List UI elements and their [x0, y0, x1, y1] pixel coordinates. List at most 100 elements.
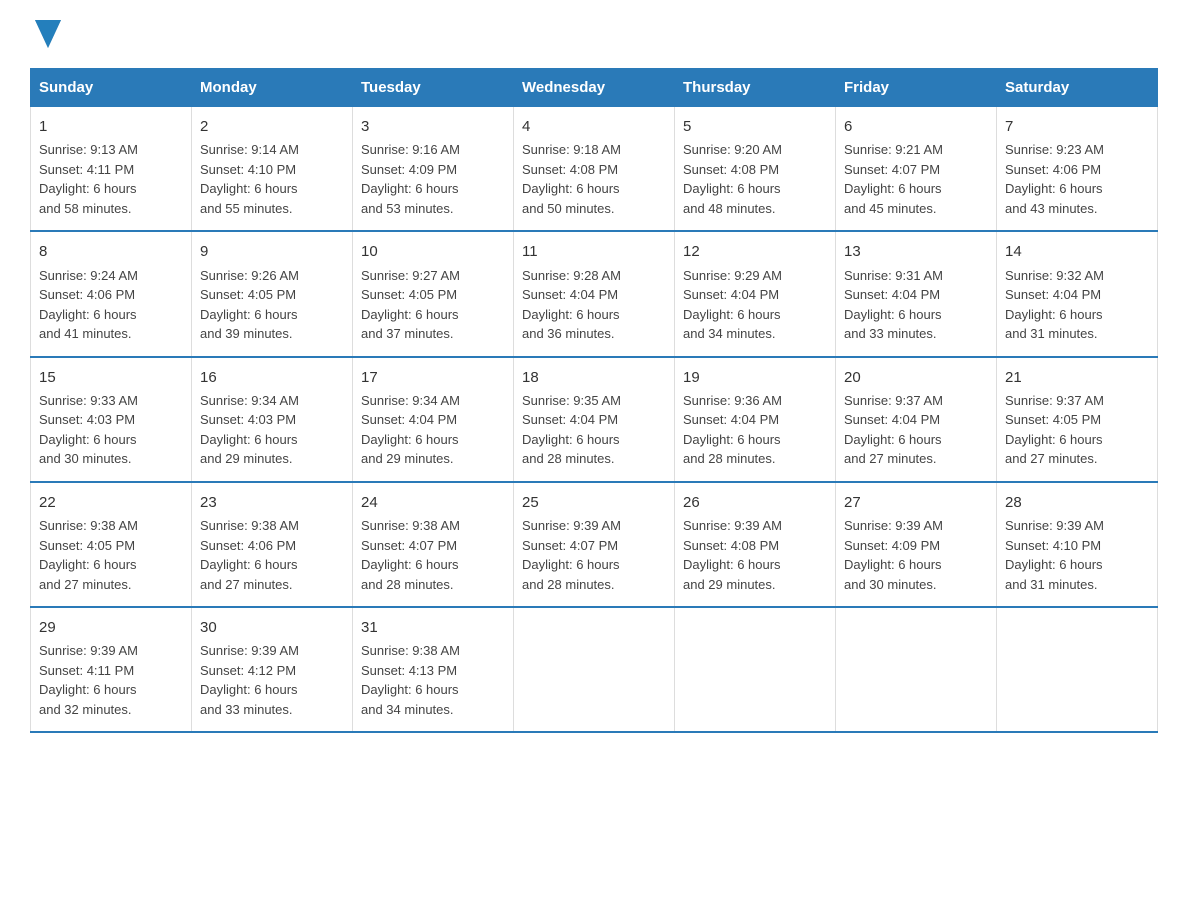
calendar-cell: 14 Sunrise: 9:32 AMSunset: 4:04 PMDaylig… — [997, 231, 1158, 356]
day-info: Sunrise: 9:31 AMSunset: 4:04 PMDaylight:… — [844, 266, 988, 344]
day-number: 20 — [844, 366, 988, 389]
day-info: Sunrise: 9:38 AMSunset: 4:13 PMDaylight:… — [361, 641, 505, 719]
calendar-cell: 5 Sunrise: 9:20 AMSunset: 4:08 PMDayligh… — [675, 107, 836, 232]
day-info: Sunrise: 9:20 AMSunset: 4:08 PMDaylight:… — [683, 140, 827, 218]
day-number: 2 — [200, 115, 344, 138]
day-number: 12 — [683, 240, 827, 263]
calendar-cell: 7 Sunrise: 9:23 AMSunset: 4:06 PMDayligh… — [997, 107, 1158, 232]
day-info: Sunrise: 9:38 AMSunset: 4:05 PMDaylight:… — [39, 516, 183, 594]
calendar-cell: 2 Sunrise: 9:14 AMSunset: 4:10 PMDayligh… — [192, 107, 353, 232]
day-number: 17 — [361, 366, 505, 389]
day-info: Sunrise: 9:26 AMSunset: 4:05 PMDaylight:… — [200, 266, 344, 344]
calendar-cell: 30 Sunrise: 9:39 AMSunset: 4:12 PMDaylig… — [192, 607, 353, 732]
calendar-header-row: SundayMondayTuesdayWednesdayThursdayFrid… — [31, 69, 1158, 107]
day-info: Sunrise: 9:38 AMSunset: 4:06 PMDaylight:… — [200, 516, 344, 594]
calendar-cell: 26 Sunrise: 9:39 AMSunset: 4:08 PMDaylig… — [675, 482, 836, 607]
calendar-cell: 17 Sunrise: 9:34 AMSunset: 4:04 PMDaylig… — [353, 357, 514, 482]
calendar-cell: 23 Sunrise: 9:38 AMSunset: 4:06 PMDaylig… — [192, 482, 353, 607]
day-info: Sunrise: 9:37 AMSunset: 4:04 PMDaylight:… — [844, 391, 988, 469]
day-number: 18 — [522, 366, 666, 389]
day-number: 23 — [200, 491, 344, 514]
col-header-saturday: Saturday — [997, 69, 1158, 107]
calendar-cell: 16 Sunrise: 9:34 AMSunset: 4:03 PMDaylig… — [192, 357, 353, 482]
calendar-cell — [675, 607, 836, 732]
calendar-week-row: 22 Sunrise: 9:38 AMSunset: 4:05 PMDaylig… — [31, 482, 1158, 607]
col-header-monday: Monday — [192, 69, 353, 107]
calendar-week-row: 8 Sunrise: 9:24 AMSunset: 4:06 PMDayligh… — [31, 231, 1158, 356]
col-header-tuesday: Tuesday — [353, 69, 514, 107]
day-number: 15 — [39, 366, 183, 389]
col-header-thursday: Thursday — [675, 69, 836, 107]
day-info: Sunrise: 9:34 AMSunset: 4:04 PMDaylight:… — [361, 391, 505, 469]
day-number: 5 — [683, 115, 827, 138]
day-info: Sunrise: 9:37 AMSunset: 4:05 PMDaylight:… — [1005, 391, 1149, 469]
day-number: 13 — [844, 240, 988, 263]
day-info: Sunrise: 9:39 AMSunset: 4:07 PMDaylight:… — [522, 516, 666, 594]
day-number: 10 — [361, 240, 505, 263]
day-number: 28 — [1005, 491, 1149, 514]
day-info: Sunrise: 9:39 AMSunset: 4:12 PMDaylight:… — [200, 641, 344, 719]
calendar-cell: 8 Sunrise: 9:24 AMSunset: 4:06 PMDayligh… — [31, 231, 192, 356]
day-info: Sunrise: 9:13 AMSunset: 4:11 PMDaylight:… — [39, 140, 183, 218]
calendar-cell: 31 Sunrise: 9:38 AMSunset: 4:13 PMDaylig… — [353, 607, 514, 732]
day-info: Sunrise: 9:28 AMSunset: 4:04 PMDaylight:… — [522, 266, 666, 344]
calendar-cell: 21 Sunrise: 9:37 AMSunset: 4:05 PMDaylig… — [997, 357, 1158, 482]
calendar-cell: 29 Sunrise: 9:39 AMSunset: 4:11 PMDaylig… — [31, 607, 192, 732]
day-info: Sunrise: 9:39 AMSunset: 4:10 PMDaylight:… — [1005, 516, 1149, 594]
logo — [30, 20, 61, 48]
calendar-cell: 11 Sunrise: 9:28 AMSunset: 4:04 PMDaylig… — [514, 231, 675, 356]
calendar-cell: 12 Sunrise: 9:29 AMSunset: 4:04 PMDaylig… — [675, 231, 836, 356]
day-number: 24 — [361, 491, 505, 514]
day-info: Sunrise: 9:23 AMSunset: 4:06 PMDaylight:… — [1005, 140, 1149, 218]
calendar-cell: 13 Sunrise: 9:31 AMSunset: 4:04 PMDaylig… — [836, 231, 997, 356]
day-info: Sunrise: 9:33 AMSunset: 4:03 PMDaylight:… — [39, 391, 183, 469]
calendar-cell: 19 Sunrise: 9:36 AMSunset: 4:04 PMDaylig… — [675, 357, 836, 482]
calendar-cell: 28 Sunrise: 9:39 AMSunset: 4:10 PMDaylig… — [997, 482, 1158, 607]
calendar-week-row: 15 Sunrise: 9:33 AMSunset: 4:03 PMDaylig… — [31, 357, 1158, 482]
day-number: 22 — [39, 491, 183, 514]
day-info: Sunrise: 9:35 AMSunset: 4:04 PMDaylight:… — [522, 391, 666, 469]
day-number: 8 — [39, 240, 183, 263]
calendar-cell: 1 Sunrise: 9:13 AMSunset: 4:11 PMDayligh… — [31, 107, 192, 232]
day-info: Sunrise: 9:18 AMSunset: 4:08 PMDaylight:… — [522, 140, 666, 218]
day-info: Sunrise: 9:32 AMSunset: 4:04 PMDaylight:… — [1005, 266, 1149, 344]
calendar-table: SundayMondayTuesdayWednesdayThursdayFrid… — [30, 68, 1158, 733]
day-info: Sunrise: 9:27 AMSunset: 4:05 PMDaylight:… — [361, 266, 505, 344]
calendar-cell: 27 Sunrise: 9:39 AMSunset: 4:09 PMDaylig… — [836, 482, 997, 607]
day-number: 30 — [200, 616, 344, 639]
calendar-cell — [836, 607, 997, 732]
col-header-wednesday: Wednesday — [514, 69, 675, 107]
day-info: Sunrise: 9:16 AMSunset: 4:09 PMDaylight:… — [361, 140, 505, 218]
day-info: Sunrise: 9:29 AMSunset: 4:04 PMDaylight:… — [683, 266, 827, 344]
calendar-cell — [997, 607, 1158, 732]
day-info: Sunrise: 9:24 AMSunset: 4:06 PMDaylight:… — [39, 266, 183, 344]
logo-arrow-icon — [33, 20, 61, 48]
calendar-cell: 22 Sunrise: 9:38 AMSunset: 4:05 PMDaylig… — [31, 482, 192, 607]
day-number: 25 — [522, 491, 666, 514]
day-info: Sunrise: 9:34 AMSunset: 4:03 PMDaylight:… — [200, 391, 344, 469]
calendar-cell: 6 Sunrise: 9:21 AMSunset: 4:07 PMDayligh… — [836, 107, 997, 232]
day-number: 29 — [39, 616, 183, 639]
day-number: 6 — [844, 115, 988, 138]
calendar-week-row: 29 Sunrise: 9:39 AMSunset: 4:11 PMDaylig… — [31, 607, 1158, 732]
day-number: 14 — [1005, 240, 1149, 263]
page-header — [30, 20, 1158, 48]
day-number: 31 — [361, 616, 505, 639]
day-info: Sunrise: 9:39 AMSunset: 4:09 PMDaylight:… — [844, 516, 988, 594]
calendar-cell: 4 Sunrise: 9:18 AMSunset: 4:08 PMDayligh… — [514, 107, 675, 232]
calendar-cell: 9 Sunrise: 9:26 AMSunset: 4:05 PMDayligh… — [192, 231, 353, 356]
day-number: 26 — [683, 491, 827, 514]
day-info: Sunrise: 9:14 AMSunset: 4:10 PMDaylight:… — [200, 140, 344, 218]
calendar-cell: 25 Sunrise: 9:39 AMSunset: 4:07 PMDaylig… — [514, 482, 675, 607]
calendar-cell: 20 Sunrise: 9:37 AMSunset: 4:04 PMDaylig… — [836, 357, 997, 482]
day-info: Sunrise: 9:21 AMSunset: 4:07 PMDaylight:… — [844, 140, 988, 218]
calendar-cell — [514, 607, 675, 732]
day-info: Sunrise: 9:36 AMSunset: 4:04 PMDaylight:… — [683, 391, 827, 469]
day-number: 9 — [200, 240, 344, 263]
day-number: 16 — [200, 366, 344, 389]
calendar-cell: 24 Sunrise: 9:38 AMSunset: 4:07 PMDaylig… — [353, 482, 514, 607]
calendar-cell: 10 Sunrise: 9:27 AMSunset: 4:05 PMDaylig… — [353, 231, 514, 356]
day-number: 27 — [844, 491, 988, 514]
day-number: 1 — [39, 115, 183, 138]
col-header-friday: Friday — [836, 69, 997, 107]
